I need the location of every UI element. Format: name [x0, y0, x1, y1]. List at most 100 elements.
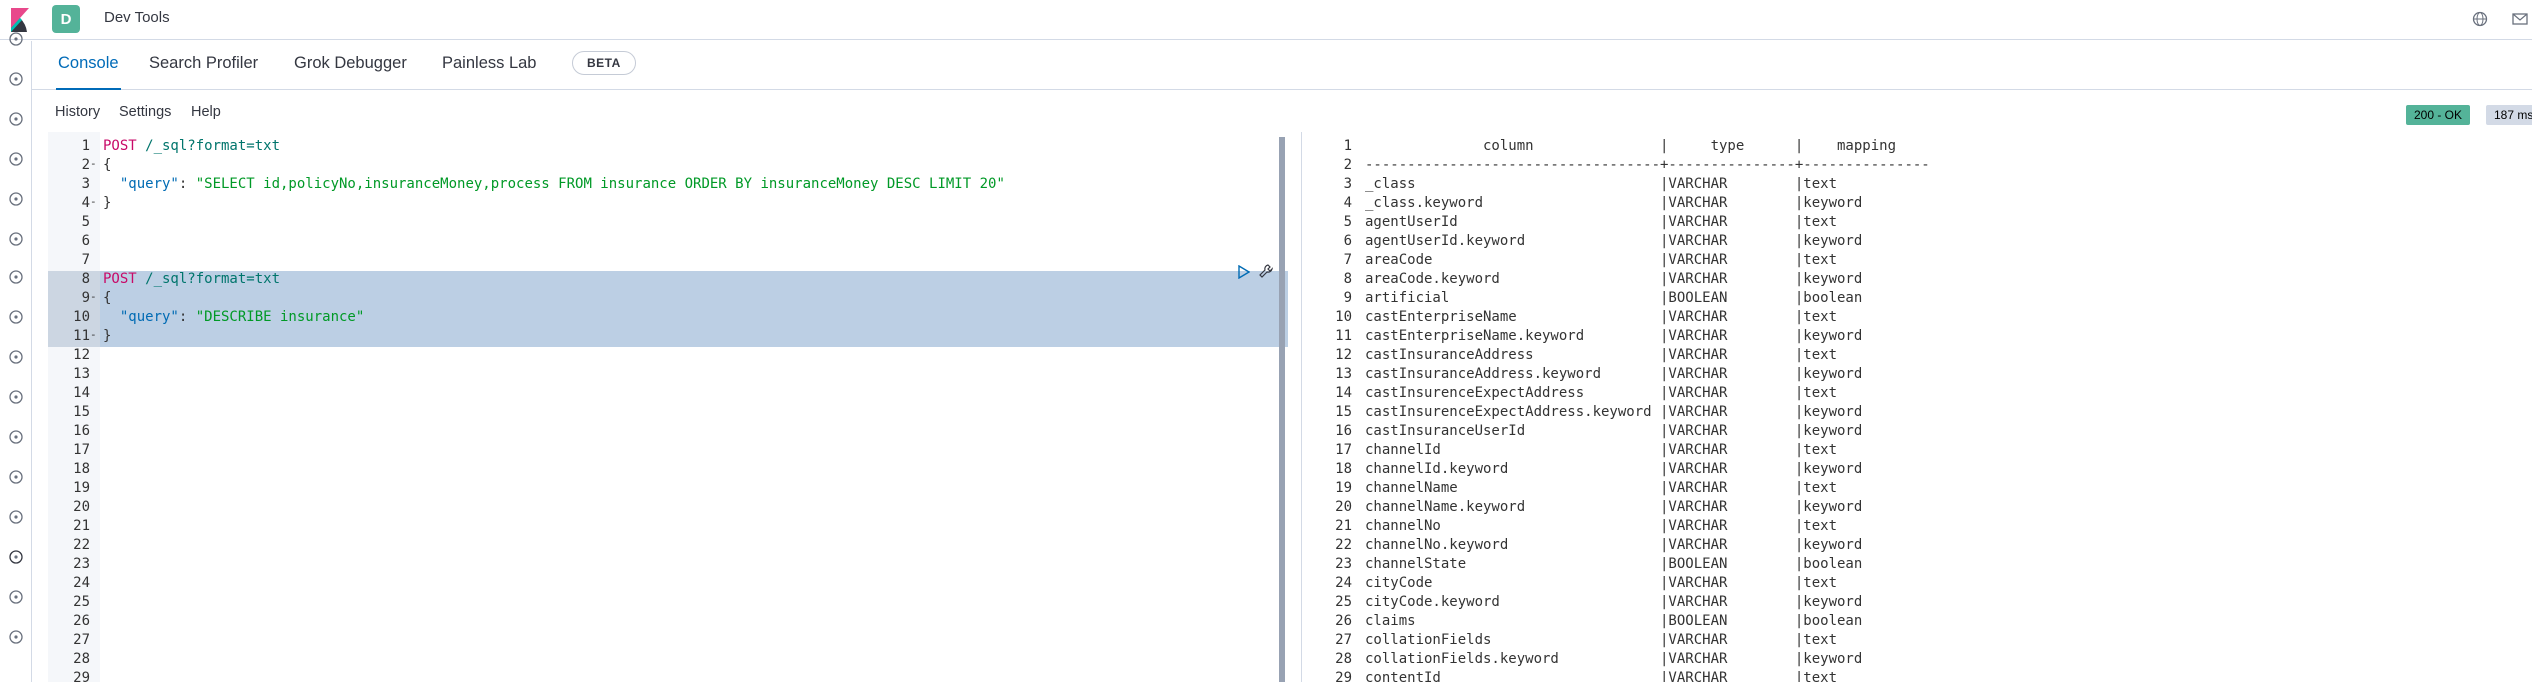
- tab-console[interactable]: Console: [56, 41, 121, 90]
- fold-marker[interactable]: -: [90, 290, 100, 303]
- editor-line[interactable]: 3 "query": "SELECT id,policyNo,insurance…: [48, 176, 1288, 195]
- editor-line[interactable]: 21: [48, 518, 1288, 537]
- compass-icon[interactable]: [6, 69, 26, 89]
- graph-icon[interactable]: [6, 307, 26, 327]
- editor-line[interactable]: 27: [48, 632, 1288, 651]
- help-globe-icon[interactable]: [2468, 7, 2492, 31]
- code-text: "query": "SELECT id,policyNo,insuranceMo…: [103, 176, 1005, 192]
- devtools-tabs: Console Search Profiler Grok Debugger Pa…: [32, 41, 2532, 90]
- editor-line[interactable]: 12: [48, 347, 1288, 366]
- fold-marker[interactable]: -: [90, 195, 100, 208]
- output-line: 26 claims |BOOLEAN |boolean: [1310, 613, 2532, 632]
- output-line: 7 areaCode |VARCHAR |text: [1310, 252, 2532, 271]
- editor-line[interactable]: 13: [48, 366, 1288, 385]
- output-text: contentId |VARCHAR |text: [1365, 670, 1838, 682]
- editor-line[interactable]: 11-}: [48, 328, 1288, 347]
- fold-marker[interactable]: -: [90, 157, 100, 170]
- output-text: column | type | mapping: [1365, 138, 1897, 154]
- run-request-icon[interactable]: [1238, 264, 1252, 280]
- editor-line[interactable]: 15: [48, 404, 1288, 423]
- dashboard-icon[interactable]: [6, 149, 26, 169]
- editor-line[interactable]: 23: [48, 556, 1288, 575]
- line-number: 6: [1343, 233, 1352, 249]
- line-number: 13: [1335, 366, 1352, 382]
- json-key: "query": [103, 176, 179, 192]
- panel-resizer[interactable]: [1279, 137, 1285, 682]
- output-line: 11 castEnterpriseName.keyword |VARCHAR |k…: [1310, 328, 2532, 347]
- editor-line[interactable]: 2-{: [48, 157, 1288, 176]
- editor-line[interactable]: 14: [48, 385, 1288, 404]
- output-text: _class |VARCHAR |text: [1365, 176, 1838, 192]
- editor-line[interactable]: 10 "query": "DESCRIBE insurance": [48, 309, 1288, 328]
- output-line: 1 column | type | mapping: [1310, 138, 2532, 157]
- output-line: 20 channelName.keyword |VARCHAR |keyword: [1310, 499, 2532, 518]
- editor-line[interactable]: 8 POST /_sql?format=txt: [48, 271, 1288, 290]
- space-avatar[interactable]: D: [52, 5, 80, 33]
- editor-line[interactable]: 17: [48, 442, 1288, 461]
- help-link[interactable]: Help: [191, 104, 221, 120]
- response-output[interactable]: 1 column | type | mapping 2 --------------…: [1310, 132, 2532, 682]
- line-number: 7: [1343, 252, 1352, 268]
- clock-icon[interactable]: [6, 29, 26, 49]
- request-editor[interactable]: 1 POST /_sql?format=txt 2-{3 "query": "SEL…: [48, 132, 1288, 682]
- settings-link[interactable]: Settings: [119, 104, 171, 120]
- apm-icon[interactable]: [6, 467, 26, 487]
- uptime-icon[interactable]: [6, 507, 26, 527]
- wrench-icon[interactable]: [1258, 263, 1274, 279]
- output-text: _class.keyword |VARCHAR |keyword: [1365, 195, 1863, 211]
- output-text: artificial |BOOLEAN |boolean: [1365, 290, 1863, 306]
- output-line: 18 channelId.keyword |VARCHAR |keyword: [1310, 461, 2532, 480]
- tab-search-profiler[interactable]: Search Profiler: [147, 41, 260, 88]
- colon: :: [178, 176, 196, 192]
- settings-icon[interactable]: [6, 627, 26, 647]
- line-number: 28: [1335, 651, 1352, 667]
- line-number: 25: [73, 594, 90, 610]
- editor-line[interactable]: 16: [48, 423, 1288, 442]
- line-number: 7: [81, 252, 90, 268]
- editor-line[interactable]: 7: [48, 252, 1288, 271]
- editor-line[interactable]: 9-{: [48, 290, 1288, 309]
- editor-line[interactable]: 29: [48, 670, 1288, 682]
- output-line: 25 cityCode.keyword |VARCHAR |keyword: [1310, 594, 2532, 613]
- output-text: cityCode |VARCHAR |text: [1365, 575, 1838, 591]
- output-text: agentUserId.keyword |VARCHAR |keyword: [1365, 233, 1863, 249]
- editor-line[interactable]: 20: [48, 499, 1288, 518]
- observability-icon[interactable]: [6, 347, 26, 367]
- editor-line[interactable]: 28: [48, 651, 1288, 670]
- editor-line[interactable]: 26: [48, 613, 1288, 632]
- canvas-icon[interactable]: [6, 189, 26, 209]
- mail-icon[interactable]: [2508, 7, 2532, 31]
- fold-marker[interactable]: -: [90, 328, 100, 341]
- output-line: 15 castInsurenceExpectAddress.keyword |VA…: [1310, 404, 2532, 423]
- logs-icon[interactable]: [6, 387, 26, 407]
- editor-line[interactable]: 25: [48, 594, 1288, 613]
- http-method: POST: [103, 138, 137, 154]
- code-text: POST /_sql?format=txt: [103, 271, 280, 287]
- output-text: channelId |VARCHAR |text: [1365, 442, 1838, 458]
- metrics-icon[interactable]: [6, 427, 26, 447]
- maps-icon[interactable]: [6, 229, 26, 249]
- editor-line[interactable]: 19: [48, 480, 1288, 499]
- line-number: 22: [1335, 537, 1352, 553]
- monitoring-icon[interactable]: [6, 587, 26, 607]
- ml-icon[interactable]: [6, 267, 26, 287]
- line-number: 1: [1343, 138, 1352, 154]
- editor-line[interactable]: 5: [48, 214, 1288, 233]
- line-number: 1: [81, 138, 90, 154]
- output-text: castInsuranceAddress |VARCHAR |text: [1365, 347, 1838, 363]
- editor-line[interactable]: 6: [48, 233, 1288, 252]
- output-text: castEnterpriseName.keyword |VARCHAR |key…: [1365, 328, 1863, 344]
- output-text: cityCode.keyword |VARCHAR |keyword: [1365, 594, 1863, 610]
- editor-line[interactable]: 18: [48, 461, 1288, 480]
- visualize-icon[interactable]: [6, 109, 26, 129]
- tab-painless-lab[interactable]: Painless Lab: [440, 41, 538, 88]
- output-line: 14 castInsurenceExpectAddress |VARCHAR |t…: [1310, 385, 2532, 404]
- devtools-icon[interactable]: [6, 547, 26, 567]
- editor-line[interactable]: 4-}: [48, 195, 1288, 214]
- tab-grok-debugger[interactable]: Grok Debugger: [292, 41, 409, 88]
- editor-line[interactable]: 1 POST /_sql?format=txt: [48, 138, 1288, 157]
- line-number: 15: [1335, 404, 1352, 420]
- editor-line[interactable]: 22: [48, 537, 1288, 556]
- history-link[interactable]: History: [55, 104, 100, 120]
- editor-line[interactable]: 24: [48, 575, 1288, 594]
